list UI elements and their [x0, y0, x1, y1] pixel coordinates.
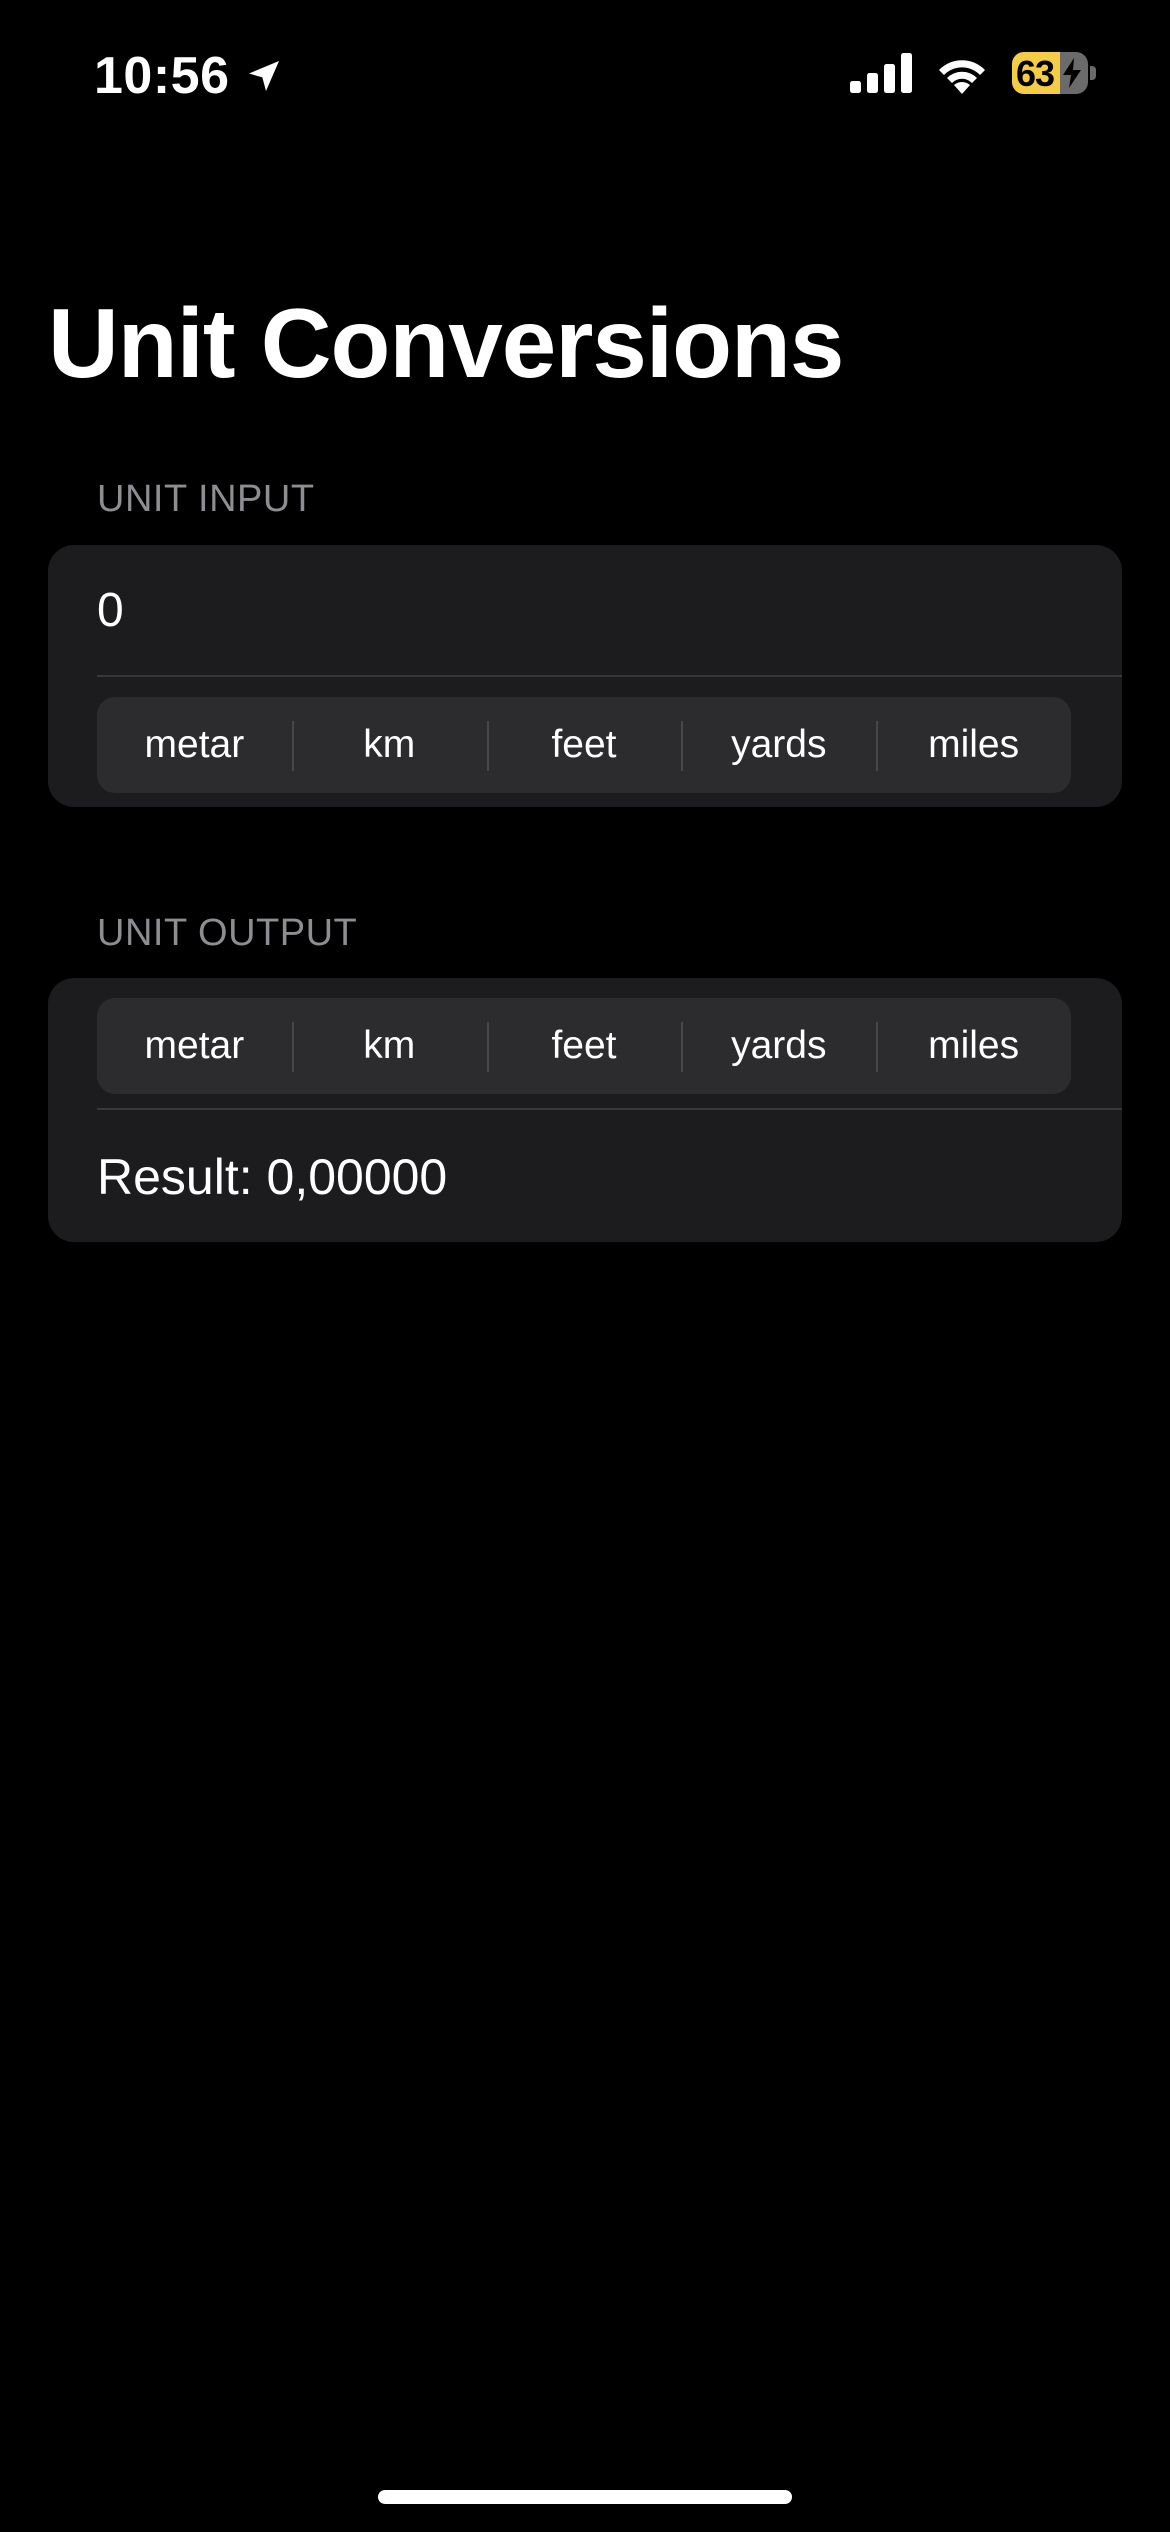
unit-input-header: UNIT INPUT	[97, 478, 315, 520]
output-unit-yards[interactable]: yards	[681, 998, 876, 1094]
input-unit-metar[interactable]: metar	[97, 697, 292, 793]
input-unit-yards[interactable]: yards	[681, 697, 876, 793]
status-indicators: 63	[850, 52, 1096, 94]
home-indicator[interactable]	[378, 2490, 792, 2504]
output-unit-feet[interactable]: feet	[486, 998, 682, 1094]
status-time-text: 10:56	[94, 47, 230, 105]
battery-body: 63	[1012, 52, 1088, 94]
output-unit-picker: metar km feet yards miles	[97, 998, 1071, 1094]
divider	[97, 1108, 1122, 1110]
input-unit-km[interactable]: km	[291, 697, 487, 793]
unit-output-card: metar km feet yards miles Result: 0,0000…	[48, 978, 1122, 1242]
battery-indicator: 63	[1012, 52, 1096, 94]
status-time: 10:56	[94, 46, 284, 106]
result-text: Result: 0,00000	[97, 1149, 448, 1205]
cellular-signal-icon	[850, 53, 912, 93]
location-arrow-icon	[248, 61, 279, 91]
input-unit-miles[interactable]: miles	[876, 697, 1071, 793]
wifi-icon	[939, 60, 985, 94]
page-title: Unit Conversions	[48, 288, 844, 398]
input-unit-picker: metar km feet yards miles	[97, 697, 1071, 793]
divider	[97, 675, 1122, 677]
status-bar: 10:56 63	[0, 0, 1170, 150]
unit-input-card: metar km feet yards miles	[48, 545, 1122, 807]
output-unit-miles[interactable]: miles	[876, 998, 1071, 1094]
charging-bolt-icon	[1063, 58, 1081, 88]
input-unit-feet[interactable]: feet	[486, 697, 682, 793]
unit-output-header: UNIT OUTPUT	[97, 912, 358, 954]
battery-level: 63	[1016, 53, 1055, 94]
output-unit-metar[interactable]: metar	[97, 998, 292, 1094]
value-input[interactable]	[97, 575, 1097, 645]
battery-cap	[1090, 66, 1096, 80]
output-unit-km[interactable]: km	[291, 998, 487, 1094]
